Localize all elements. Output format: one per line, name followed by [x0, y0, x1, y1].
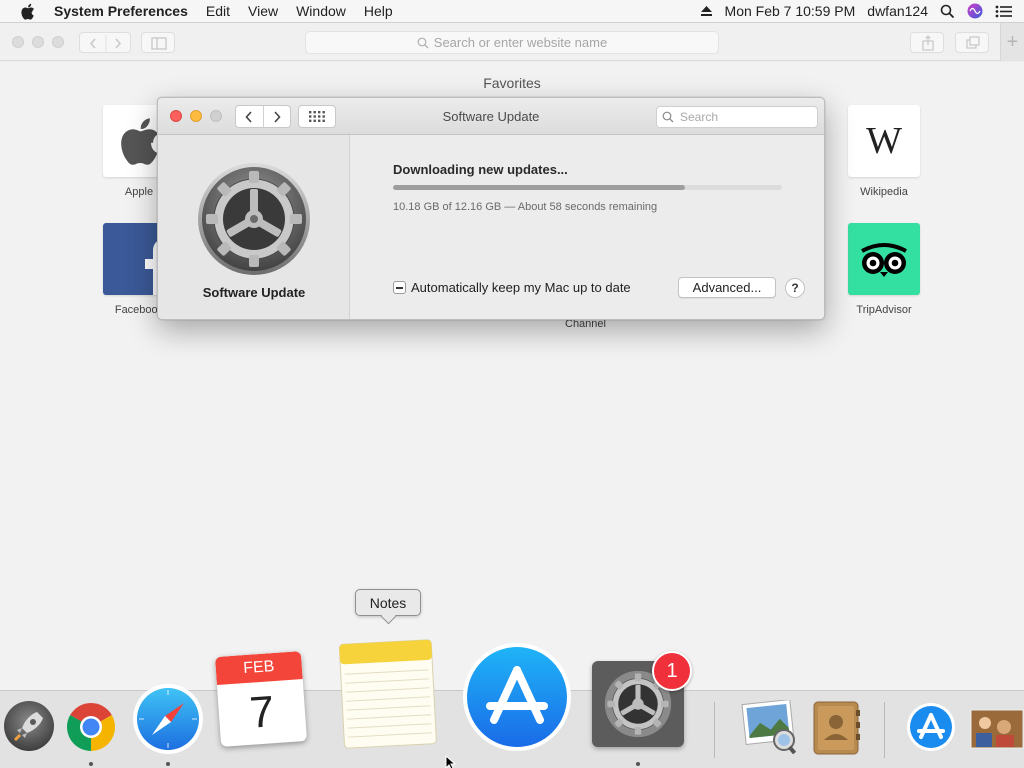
new-tab-button[interactable]: +	[1000, 23, 1024, 61]
search-placeholder: Search	[680, 110, 719, 124]
running-indicator	[636, 762, 640, 766]
dock-separator	[714, 702, 715, 758]
preferences-search-field[interactable]: Search	[656, 106, 818, 128]
safari-close-button[interactable]	[12, 36, 24, 48]
favorite-tripadvisor[interactable]: TripAdvisor	[848, 223, 920, 316]
favorite-label: TripAdvisor	[856, 304, 912, 316]
running-indicator	[89, 762, 93, 766]
eject-icon[interactable]	[700, 5, 713, 17]
notification-badge: 1	[652, 651, 692, 691]
menubar-user[interactable]: dwfan124	[867, 3, 928, 19]
favorites-heading: Favorites	[483, 75, 541, 91]
safari-icon[interactable]	[132, 683, 204, 760]
menubar-clock[interactable]: Mon Feb 7 10:59 PM	[725, 3, 856, 19]
download-progress-detail: 10.18 GB of 12.16 GB — About 58 seconds …	[393, 201, 658, 213]
software-update-sidebar: Software Update	[158, 135, 350, 319]
notification-center-icon[interactable]	[995, 5, 1012, 18]
preview-icon[interactable]	[740, 699, 798, 759]
notes-icon[interactable]	[337, 638, 439, 756]
advanced-button[interactable]: Advanced...	[678, 277, 776, 298]
dock-separator	[884, 702, 885, 758]
sidebar-toggle-button[interactable]	[141, 32, 175, 53]
calendar-icon[interactable]: FEB 7	[214, 651, 308, 747]
favorite-label: Wikipedia	[860, 186, 908, 198]
download-progress-bar	[393, 185, 782, 190]
safari-minimize-button[interactable]	[32, 36, 44, 48]
safari-toolbar: Search or enter website name	[0, 23, 1024, 61]
sidebar-title: Software Update	[202, 285, 306, 300]
progress-fill	[393, 185, 685, 190]
chrome-icon[interactable]	[66, 702, 116, 757]
menu-bar: System Preferences Edit View Window Help…	[0, 0, 1024, 23]
help-button[interactable]: ?	[785, 278, 805, 298]
favorite-wikipedia[interactable]: W Wikipedia	[848, 105, 920, 198]
tripadvisor-logo-icon	[848, 223, 920, 295]
running-indicator	[166, 762, 170, 766]
spotlight-search-icon[interactable]	[940, 4, 955, 19]
wikipedia-logo-icon: W	[848, 105, 920, 177]
apple-menu-icon[interactable]	[0, 3, 54, 20]
auto-update-checkbox[interactable]	[393, 281, 406, 294]
auto-update-label[interactable]: Automatically keep my Mac up to date	[411, 280, 631, 295]
menu-help[interactable]: Help	[364, 3, 393, 19]
menu-edit[interactable]: Edit	[206, 3, 230, 19]
search-icon	[417, 37, 429, 48]
auto-update-checkbox-row[interactable]: Automatically keep my Mac up to date	[393, 280, 631, 295]
address-bar[interactable]: Search or enter website name	[305, 31, 719, 54]
dock-tooltip: Notes	[355, 589, 421, 616]
launchpad-icon[interactable]	[3, 700, 55, 757]
software-update-gear-icon	[196, 161, 312, 282]
siri-icon[interactable]	[967, 3, 983, 19]
safari-zoom-button[interactable]	[52, 36, 64, 48]
download-status-title: Downloading new updates...	[393, 162, 568, 177]
mouse-pointer-icon	[445, 754, 457, 768]
menu-view[interactable]: View	[248, 3, 278, 19]
contacts-icon[interactable]	[810, 700, 862, 761]
menu-window[interactable]: Window	[296, 3, 346, 19]
calendar-day: 7	[248, 687, 276, 738]
app-store-downloads-icon[interactable]	[906, 702, 956, 757]
software-update-main: Downloading new updates... 10.18 GB of 1…	[351, 135, 824, 319]
app-store-icon[interactable]	[462, 642, 572, 757]
tab-overview-button[interactable]	[955, 32, 989, 53]
app-name-menu[interactable]: System Preferences	[54, 3, 188, 19]
safari-back-forward[interactable]	[79, 32, 131, 53]
photo-thumbnail-icon[interactable]	[968, 707, 1024, 754]
window-titlebar: Software Update Search	[158, 98, 824, 135]
address-placeholder: Search or enter website name	[433, 35, 608, 50]
search-icon	[662, 111, 674, 123]
software-update-window: Software Update Search Software Update D…	[157, 97, 825, 320]
share-button[interactable]	[910, 32, 944, 53]
